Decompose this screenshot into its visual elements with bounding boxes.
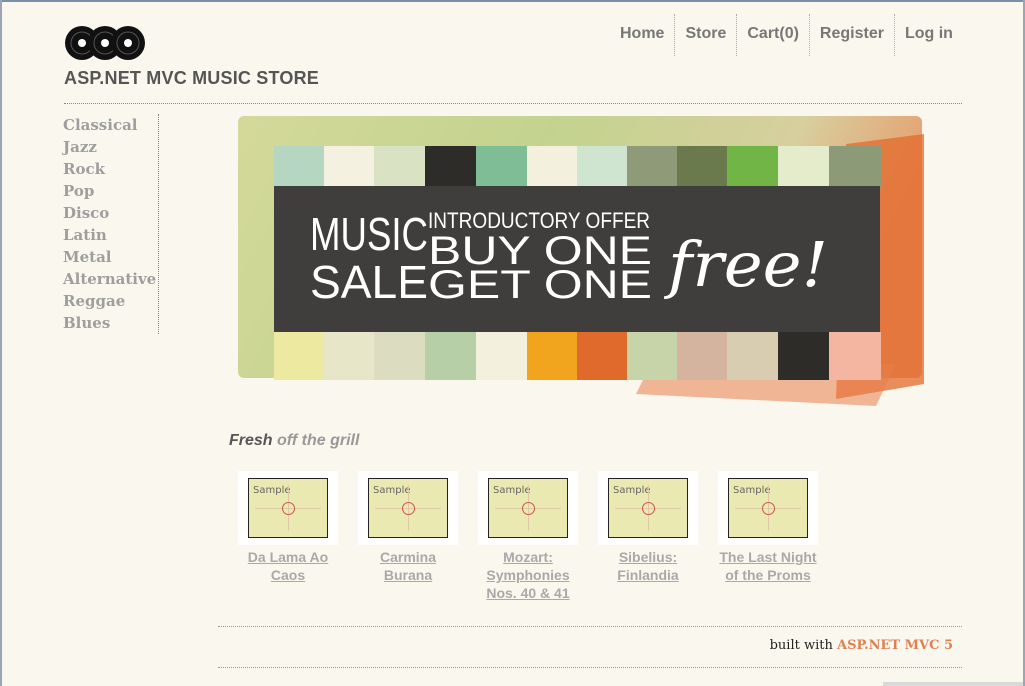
genre-link-alternative[interactable]: Alternative [63,268,158,290]
genre-link-metal[interactable]: Metal [63,246,158,268]
fresh-heading-suffix: off the grill [277,432,360,449]
footer-divider-bottom [218,667,962,668]
album-title-link[interactable]: Carmina Burana [358,548,458,584]
nav-register[interactable]: Register [808,14,894,56]
fresh-heading: Fresh off the grill [229,432,359,450]
sample-label: Sample [493,485,531,496]
nav-store[interactable]: Store [674,14,736,56]
album-title-link[interactable]: Mozart: Symphonies Nos. 40 & 41 [478,548,578,602]
album-title-link[interactable]: Sibelius: Finlandia [598,548,698,584]
vinyl-records-icon[interactable] [64,24,146,62]
footer-credit: built with ASP.NET MVC 5 [770,638,953,653]
album-item[interactable]: Sample Carmina Burana [358,471,458,584]
album-thumbnail[interactable]: Sample [718,471,818,545]
banner-color-strip-top [274,146,881,188]
album-art-placeholder: Sample [728,478,808,538]
genre-menu: Classical Jazz Rock Pop Disco Latin Meta… [63,114,159,334]
footer-prefix: built with [769,638,833,653]
album-art-placeholder: Sample [368,478,448,538]
banner-music-text: MUSIC [310,208,428,260]
banner-get-one-text: GET ONE [428,263,652,307]
header-divider [64,103,962,104]
taskbar-fragment [883,682,1023,686]
album-item[interactable]: Sample The Last Night of the Proms [718,471,818,584]
target-icon [402,502,415,515]
sample-label: Sample [373,485,411,496]
banner-sale-text: SALE [310,256,428,308]
window-border-top [0,0,1025,2]
target-icon [762,502,775,515]
album-thumbnail[interactable]: Sample [238,471,338,545]
banner-free-text: free! [664,228,828,301]
album-item[interactable]: Sample Mozart: Symphonies Nos. 40 & 41 [478,471,578,602]
genre-link-jazz[interactable]: Jazz [63,136,158,158]
target-icon [522,502,535,515]
footer-divider-top [218,626,962,627]
nav-cart[interactable]: Cart(0) [736,14,809,56]
album-art-placeholder: Sample [248,478,328,538]
genre-link-classical[interactable]: Classical [63,114,158,136]
genre-link-disco[interactable]: Disco [63,202,158,224]
footer-aspnet-link[interactable]: ASP.NET MVC 5 [837,638,953,653]
genre-link-reggae[interactable]: Reggae [63,290,158,312]
site-title[interactable]: ASP.NET MVC MUSIC STORE [64,68,319,89]
sample-label: Sample [613,485,651,496]
target-icon [282,502,295,515]
genre-link-pop[interactable]: Pop [63,180,158,202]
album-item[interactable]: Sample Sibelius: Finlandia [598,471,698,584]
album-title-link[interactable]: The Last Night of the Proms [718,548,818,584]
album-item[interactable]: Sample Da Lama Ao Caos [238,471,338,584]
main-nav: Home Store Cart(0) Register Log in [610,14,963,56]
banner-color-strip-bottom [274,332,881,380]
album-title-link[interactable]: Da Lama Ao Caos [238,548,338,584]
fresh-heading-word: Fresh [229,432,273,449]
album-thumbnail[interactable]: Sample [598,471,698,545]
nav-home[interactable]: Home [610,14,674,56]
nav-login[interactable]: Log in [893,14,963,56]
genre-link-rock[interactable]: Rock [63,158,158,180]
album-thumbnail[interactable]: Sample [358,471,458,545]
genre-link-blues[interactable]: Blues [63,312,158,334]
album-thumbnail[interactable]: Sample [478,471,578,545]
genre-link-latin[interactable]: Latin [63,224,158,246]
album-art-placeholder: Sample [608,478,688,538]
album-art-placeholder: Sample [488,478,568,538]
target-icon [642,502,655,515]
sample-label: Sample [733,485,771,496]
window-border-left [0,0,2,686]
promo-banner: MUSIC SALE INTRODUCTORY OFFER BUY ONE GE… [238,116,924,406]
sample-label: Sample [253,485,291,496]
